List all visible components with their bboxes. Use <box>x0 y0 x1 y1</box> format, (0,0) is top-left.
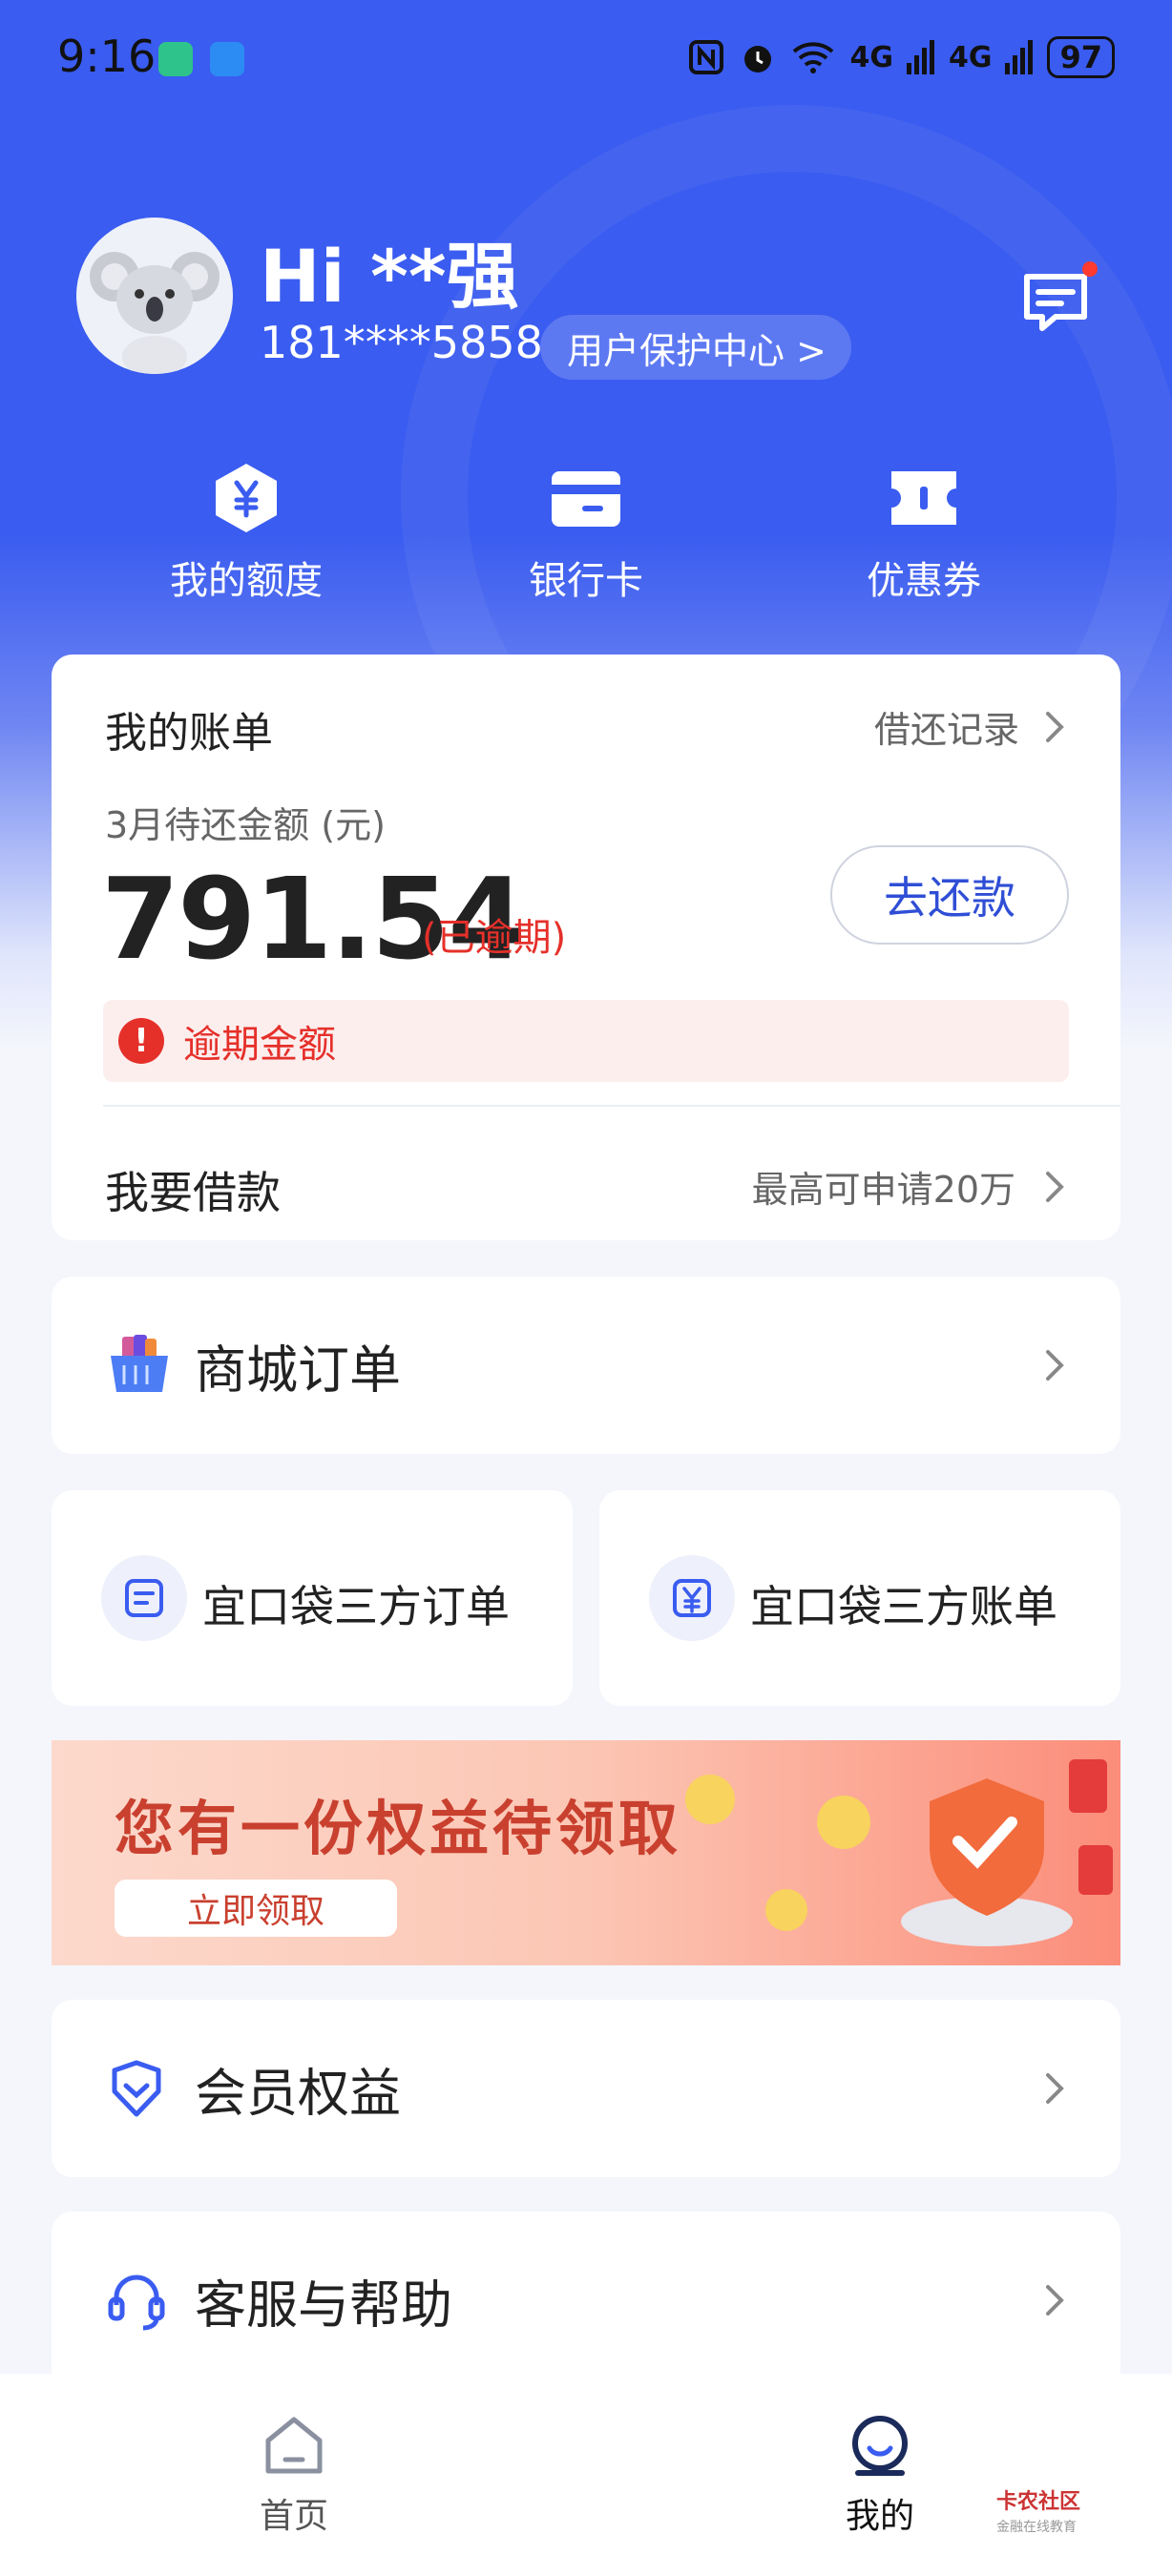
yuan-hexagon-icon <box>216 464 277 532</box>
yuan-bill-icon <box>649 1555 735 1641</box>
overdue-status: (已逾期) <box>422 916 567 960</box>
divider <box>103 1105 1120 1107</box>
borrow-link[interactable]: 最高可申请20万 <box>752 1160 1065 1213</box>
community-watermark: 卡农社区 金融在线教育 <box>996 2490 1080 2540</box>
security-app-icon <box>158 42 193 76</box>
third-party-orders-card[interactable]: 宜口袋三方订单 <box>52 1490 573 1706</box>
membership-row[interactable]: 会员权益 <box>52 2000 1120 2177</box>
quick-action-bank-card[interactable]: 银行卡 <box>462 460 710 605</box>
weather-app-icon <box>210 42 244 76</box>
nfc-icon <box>689 40 724 74</box>
user-phone: 181****5858 <box>260 317 543 368</box>
chevron-right-icon <box>1046 711 1064 742</box>
signal-bars-2-icon <box>1005 40 1034 74</box>
signal-bars-1-icon <box>906 40 934 74</box>
support-row[interactable]: 客服与帮助 <box>52 2212 1120 2389</box>
bill-title: 我的账单 <box>105 709 273 758</box>
wifi-icon <box>793 42 834 73</box>
signal-2-label: 4G <box>948 40 993 74</box>
tab-mine[interactable]: 我的 <box>785 2412 975 2538</box>
battery-level: 97 <box>1047 36 1115 78</box>
status-time: 9:16 <box>57 31 157 82</box>
overdue-notice-label: 逾期金额 <box>183 1023 336 1067</box>
claim-now-button[interactable]: 立即领取 <box>115 1880 397 1937</box>
status-bar: 9:16 4G 4G 97 <box>0 0 1172 114</box>
benefit-banner[interactable]: 您有一份权益待领取 立即领取 <box>52 1740 1120 1965</box>
repay-button[interactable]: 去还款 <box>830 845 1069 945</box>
bank-card-icon <box>552 471 620 527</box>
status-indicators: 4G 4G 97 <box>687 36 1115 78</box>
shield-badge-icon <box>112 2060 161 2117</box>
message-icon[interactable] <box>1017 263 1094 340</box>
overdue-notice[interactable]: ! 逾期金额 <box>103 1000 1069 1082</box>
headset-icon <box>108 2275 165 2331</box>
avatar[interactable] <box>76 218 233 374</box>
watermark-line-1: 卡农社区 <box>996 2490 1081 2514</box>
home-icon <box>265 2417 323 2474</box>
chevron-right-icon <box>1046 1350 1064 1381</box>
bill-card: 我的账单 借还记录 3月待还金额 (元) 791.54 (已逾期) 去还款 ! … <box>52 654 1120 1240</box>
alert-icon: ! <box>118 1018 164 1064</box>
document-icon <box>101 1555 187 1641</box>
tab-home[interactable]: 首页 <box>199 2412 389 2538</box>
banner-title: 您有一份权益待领取 <box>115 1794 682 1863</box>
quick-action-label: 优惠券 <box>867 559 981 603</box>
user-greeting: Hi **强 <box>260 234 519 319</box>
shopping-basket-icon <box>111 1335 168 1392</box>
loan-history-link[interactable]: 借还记录 <box>874 700 1065 753</box>
third-party-bills-card[interactable]: 宜口袋三方账单 <box>599 1490 1120 1706</box>
quick-action-label: 银行卡 <box>529 559 643 603</box>
watermark-line-2: 金融在线教育 <box>996 2520 1077 2535</box>
quick-action-credit[interactable]: 我的额度 <box>122 460 370 605</box>
borrow-limit-hint: 最高可申请20万 <box>751 1169 1015 1211</box>
mall-order-label: 商城订单 <box>195 1340 401 1401</box>
third-party-orders-label: 宜口袋三方订单 <box>202 1581 510 1632</box>
tab-home-label: 首页 <box>259 2497 328 2536</box>
borrow-label[interactable]: 我要借款 <box>105 1158 281 1221</box>
support-label: 客服与帮助 <box>195 2275 452 2336</box>
chevron-right-icon <box>1046 2073 1064 2104</box>
coupon-icon <box>891 471 956 525</box>
loan-history-label: 借还记录 <box>873 709 1019 751</box>
bottom-tab-bar: 首页 我的 <box>0 2374 1172 2576</box>
user-protection-center-link[interactable]: 用户保护中心 > <box>540 315 851 380</box>
chevron-right-icon <box>1046 2285 1064 2316</box>
third-party-bills-label: 宜口袋三方账单 <box>750 1581 1057 1632</box>
alarm-icon <box>744 46 772 73</box>
koala-avatar-icon <box>76 218 233 374</box>
membership-label: 会员权益 <box>195 2063 401 2124</box>
chevron-right-icon <box>1046 1171 1064 1202</box>
quick-action-coupon[interactable]: 优惠券 <box>800 460 1048 605</box>
unread-dot <box>1082 261 1098 277</box>
bill-subtitle: 3月待还金额 (元) <box>105 804 386 846</box>
quick-action-label: 我的额度 <box>170 559 323 603</box>
mall-order-row[interactable]: 商城订单 <box>52 1277 1120 1454</box>
tab-mine-label: 我的 <box>845 2497 914 2536</box>
profile-face-icon <box>852 2416 908 2476</box>
signal-1-label: 4G <box>849 40 893 74</box>
user-protection-center-label: 用户保护中心 > <box>567 329 827 372</box>
